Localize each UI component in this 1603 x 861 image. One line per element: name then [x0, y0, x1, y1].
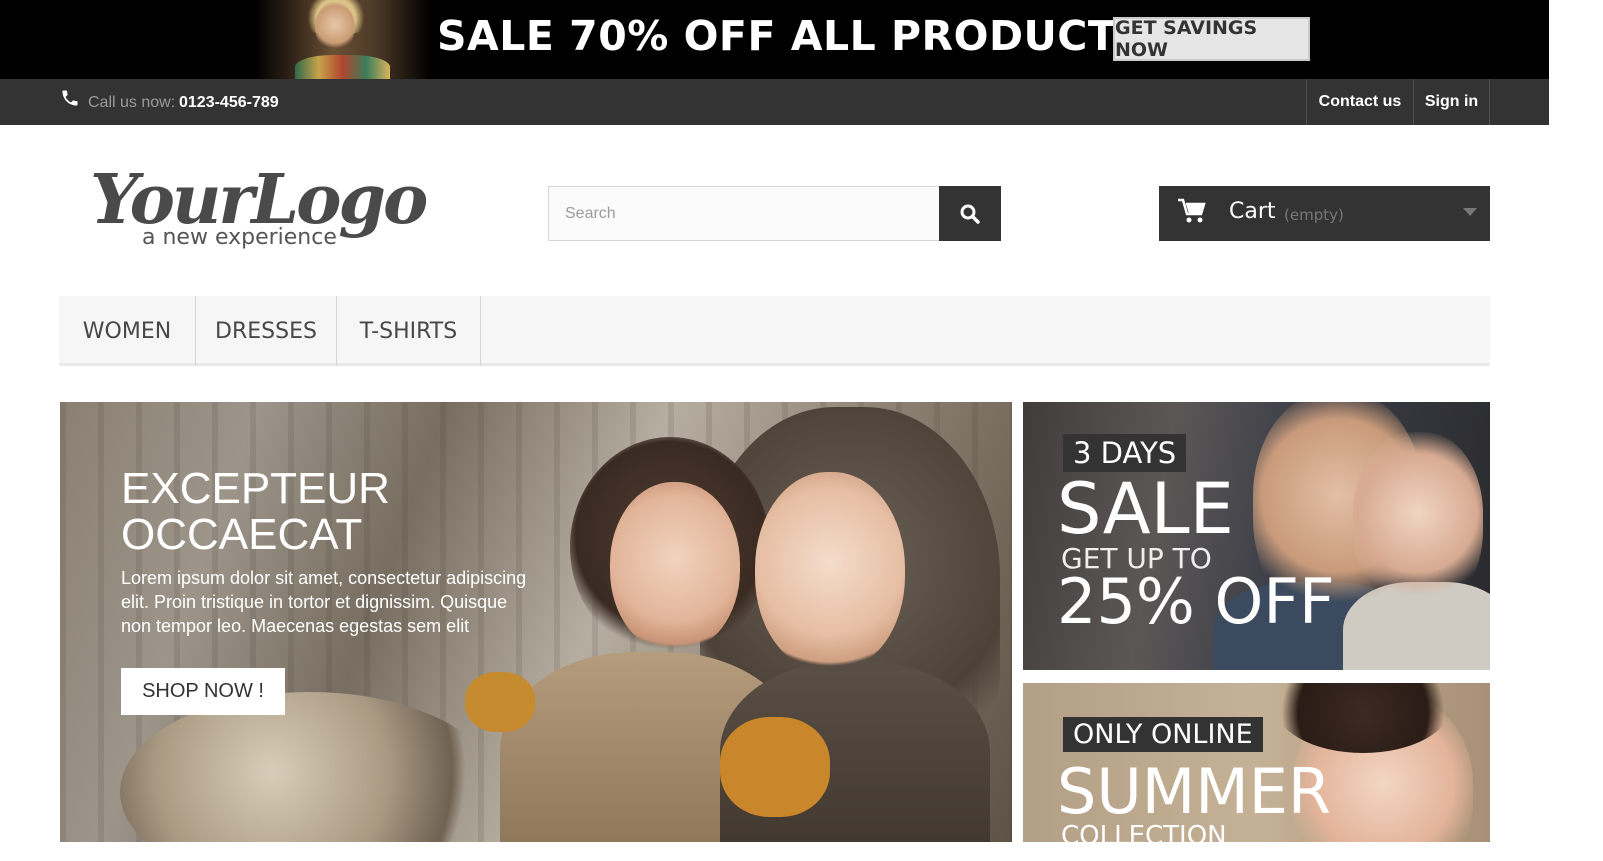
search-button[interactable]: [939, 186, 1001, 241]
cart-status: (empty): [1284, 206, 1344, 224]
sale-banner-headline: SALE: [1057, 468, 1234, 550]
chevron-down-icon: [1463, 208, 1477, 216]
promo-banner[interactable]: SALE 70% OFF ALL PRODUCTS GET SAVINGS NO…: [0, 0, 1549, 79]
promo-model-image: [255, 0, 430, 79]
summer-banner-tag: ONLY ONLINE: [1063, 717, 1263, 752]
summer-banner-subline: COLLECTION: [1061, 821, 1227, 842]
phone-number: 0123-456-789: [179, 94, 279, 111]
summer-banner[interactable]: ONLY ONLINE SUMMER COLLECTION: [1023, 683, 1490, 842]
slider-model-image: [610, 482, 740, 652]
cart-label: Cart: [1229, 199, 1276, 224]
sale-banner-tag: 3 DAYS: [1063, 434, 1187, 472]
promo-headline: SALE 70% OFF ALL PRODUCTS: [437, 12, 1147, 60]
sign-in-link[interactable]: Sign in: [1413, 79, 1490, 125]
contact-us-link[interactable]: Contact us: [1306, 79, 1413, 125]
site-logo[interactable]: YourLogo a new experience: [88, 148, 438, 260]
summer-banner-headline: SUMMER: [1057, 755, 1331, 828]
cart-button[interactable]: Cart (empty): [1159, 186, 1490, 241]
cart-icon: [1178, 198, 1206, 223]
menu-item-dresses[interactable]: DRESSES: [196, 296, 337, 366]
sale-banner-discount: 25% OFF: [1057, 565, 1335, 638]
get-savings-button[interactable]: GET SAVINGS NOW: [1113, 17, 1310, 61]
search-icon: [960, 204, 980, 224]
search-input[interactable]: [548, 186, 940, 241]
menu-item-tshirts[interactable]: T-SHIRTS: [337, 296, 481, 366]
sale-banner[interactable]: 3 DAYS SALE GET UP TO 25% OFF: [1023, 402, 1490, 670]
logo-tagline: a new experience: [142, 225, 337, 250]
call-us-label: Call us now:: [88, 94, 176, 111]
slider-text: Lorem ipsum dolor sit amet, consectetur …: [121, 568, 527, 636]
slider-title: EXCEPTEUR OCCAECAT: [121, 464, 390, 559]
category-menu: WOMEN DRESSES T-SHIRTS: [59, 296, 1490, 366]
menu-item-women[interactable]: WOMEN: [59, 296, 196, 366]
phone-icon: [62, 90, 78, 106]
shop-now-button[interactable]: SHOP NOW !: [121, 668, 285, 715]
homepage-slider[interactable]: EXCEPTEUR OCCAECAT Lorem ipsum dolor sit…: [60, 402, 1012, 842]
